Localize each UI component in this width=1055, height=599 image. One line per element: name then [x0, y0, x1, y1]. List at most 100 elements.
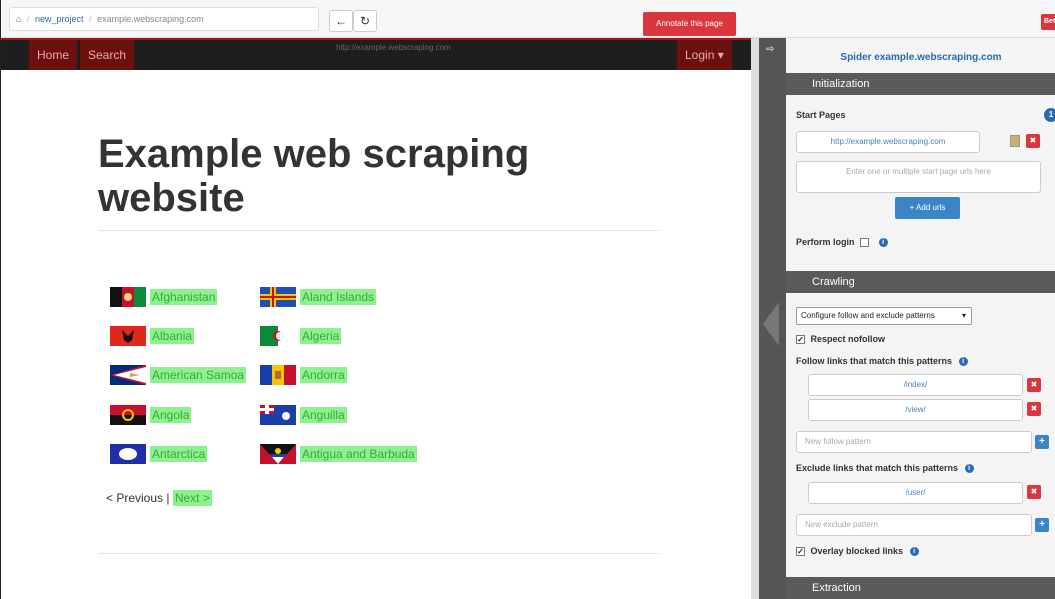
beta-badge: Bet [1041, 14, 1055, 30]
annotate-page-button[interactable]: Annotate this page [643, 12, 736, 36]
country-item[interactable]: Angola [110, 405, 192, 425]
arrow-left-icon: ← [335, 14, 347, 28]
pager-separator: | [166, 491, 170, 505]
country-item[interactable]: Anguilla [260, 405, 347, 425]
page-scrollbar[interactable] [751, 38, 759, 599]
back-button[interactable]: ← [329, 10, 353, 32]
country-name[interactable]: Angola [150, 407, 192, 423]
pagination: < Previous | Next > [106, 490, 212, 506]
new-exclude-pattern-input[interactable]: New exclude pattern [796, 514, 1032, 536]
country-name[interactable]: Aland Islands [300, 289, 377, 305]
info-icon[interactable]: i [878, 238, 888, 248]
page-title: Example web scraping website [98, 132, 530, 220]
next-link[interactable]: Next > [172, 490, 212, 506]
add-urls-button[interactable]: + Add urls [895, 197, 960, 219]
info-icon[interactable]: i [909, 547, 919, 557]
delete-follow-pattern-button[interactable]: ✖ [1027, 402, 1041, 416]
add-exclude-pattern-button[interactable]: + [1035, 518, 1049, 532]
follow-pattern-field[interactable]: /index/ [808, 374, 1023, 396]
breadcrumb-project-link[interactable]: new_project [35, 14, 84, 24]
previous-link[interactable]: < Previous [106, 491, 163, 505]
spider-panel: Spider example.webscraping.com Initializ… [786, 38, 1055, 599]
follow-patterns-label: Follow links that match this patterns [796, 356, 953, 366]
country-item[interactable]: Aland Islands [260, 287, 377, 307]
country-item[interactable]: Algeria [260, 326, 342, 346]
new-follow-pattern-input[interactable]: New follow pattern [796, 431, 1032, 453]
delete-follow-pattern-button[interactable]: ✖ [1027, 378, 1041, 392]
home-icon[interactable]: ⌂ [16, 14, 21, 24]
overlay-blocked-label: Overlay blocked links [810, 546, 904, 556]
country-name[interactable]: Afghanistan [150, 289, 218, 305]
follow-config-value: Configure follow and exclude patterns [801, 311, 935, 320]
add-follow-pattern-button[interactable]: + [1035, 435, 1049, 449]
collapse-chevron-icon[interactable] [763, 302, 779, 346]
country-name[interactable]: Andorra [300, 367, 347, 383]
overlay-blocked-checkbox[interactable]: ✓ [796, 547, 805, 557]
antarctica-flag-icon [110, 444, 146, 464]
top-toolbar: ⌂ / new_project / example.webscraping.co… [1, 0, 1055, 38]
nav-url-text: http://example.webscraping.com [336, 43, 451, 52]
refresh-button[interactable]: ↻ [353, 10, 377, 32]
pin-icon[interactable]: ⇨ [766, 44, 774, 55]
respect-nofollow-checkbox[interactable]: ✓ [796, 335, 805, 345]
site-navbar: Home Search http://example.webscraping.c… [1, 38, 751, 70]
afghanistan-flag-icon [110, 287, 146, 307]
angola-flag-icon [110, 405, 146, 425]
perform-login-label: Perform login [796, 237, 855, 247]
exclude-patterns-label-row: Exclude links that match this patterns i [796, 463, 974, 474]
panel-toggle-gutter[interactable]: ⇨ [759, 38, 786, 599]
breadcrumb: ⌂ / new_project / example.webscraping.co… [9, 7, 319, 31]
country-item[interactable]: Afghanistan [110, 287, 218, 307]
country-name[interactable]: American Samoa [150, 367, 247, 383]
country-item[interactable]: Antigua and Barbuda [260, 444, 417, 464]
delete-start-url-button[interactable]: ✖ [1026, 134, 1040, 148]
respect-nofollow-row: ✓ Respect nofollow [796, 334, 886, 345]
perform-login-row: Perform login i [796, 237, 888, 248]
nav-search[interactable]: Search [80, 40, 135, 70]
country-name[interactable]: Antigua and Barbuda [300, 446, 417, 462]
andorra-flag-icon [260, 365, 296, 385]
exclude-patterns-label: Exclude links that match this patterns [796, 463, 959, 473]
perform-login-checkbox[interactable] [860, 238, 870, 248]
country-name[interactable]: Anguilla [300, 407, 347, 423]
info-icon[interactable]: i [964, 464, 974, 474]
start-url-field[interactable]: http://example.webscraping.com [796, 131, 980, 153]
country-name[interactable]: Algeria [300, 328, 342, 344]
divider [98, 553, 660, 554]
anguilla-flag-icon [260, 405, 296, 425]
algeria-flag-icon [260, 326, 296, 346]
follow-patterns-label-row: Follow links that match this patterns i [796, 356, 968, 367]
country-name[interactable]: Antarctica [150, 446, 208, 462]
country-name[interactable]: Albania [150, 328, 195, 344]
aland-islands-flag-icon [260, 287, 296, 307]
overlay-blocked-row: ✓ Overlay blocked links i [796, 546, 919, 557]
delete-exclude-pattern-button[interactable]: ✖ [1027, 485, 1041, 499]
spider-title: Spider example.webscraping.com [840, 52, 1002, 63]
app-window: ⌂ / new_project / example.webscraping.co… [0, 0, 1055, 599]
nav-login[interactable]: Login ▾ [677, 40, 732, 70]
american-samoa-flag-icon [110, 365, 146, 385]
exclude-pattern-field[interactable]: /user/ [808, 482, 1023, 504]
info-icon[interactable]: i [958, 357, 968, 367]
country-item[interactable]: American Samoa [110, 365, 247, 385]
country-item[interactable]: Andorra [260, 365, 347, 385]
start-pages-count-badge: 1 [1044, 108, 1055, 122]
copy-icon[interactable] [1010, 135, 1020, 147]
site-page: Example web scraping website Afghanistan… [1, 70, 751, 599]
start-pages-label: Start Pages [796, 110, 846, 120]
country-item[interactable]: Antarctica [110, 444, 208, 464]
section-extraction[interactable]: Extraction [786, 577, 1055, 599]
follow-pattern-field[interactable]: /view/ [808, 399, 1023, 421]
follow-config-select[interactable]: Configure follow and exclude patterns ▾ [796, 307, 972, 325]
caret-down-icon: ▾ [961, 311, 966, 320]
country-item[interactable]: Albania [110, 326, 195, 346]
respect-nofollow-label: Respect nofollow [810, 334, 886, 344]
breadcrumb-site: example.webscraping.com [97, 14, 204, 24]
divider [98, 230, 660, 231]
albania-flag-icon [110, 326, 146, 346]
nav-home[interactable]: Home [29, 40, 78, 70]
antigua-and-barbuda-flag-icon [260, 444, 296, 464]
section-crawling[interactable]: Crawling [786, 271, 1055, 293]
section-initialization[interactable]: Initialization [786, 73, 1055, 95]
start-urls-textarea[interactable]: Enter one or multiple start page urls he… [796, 161, 1041, 193]
